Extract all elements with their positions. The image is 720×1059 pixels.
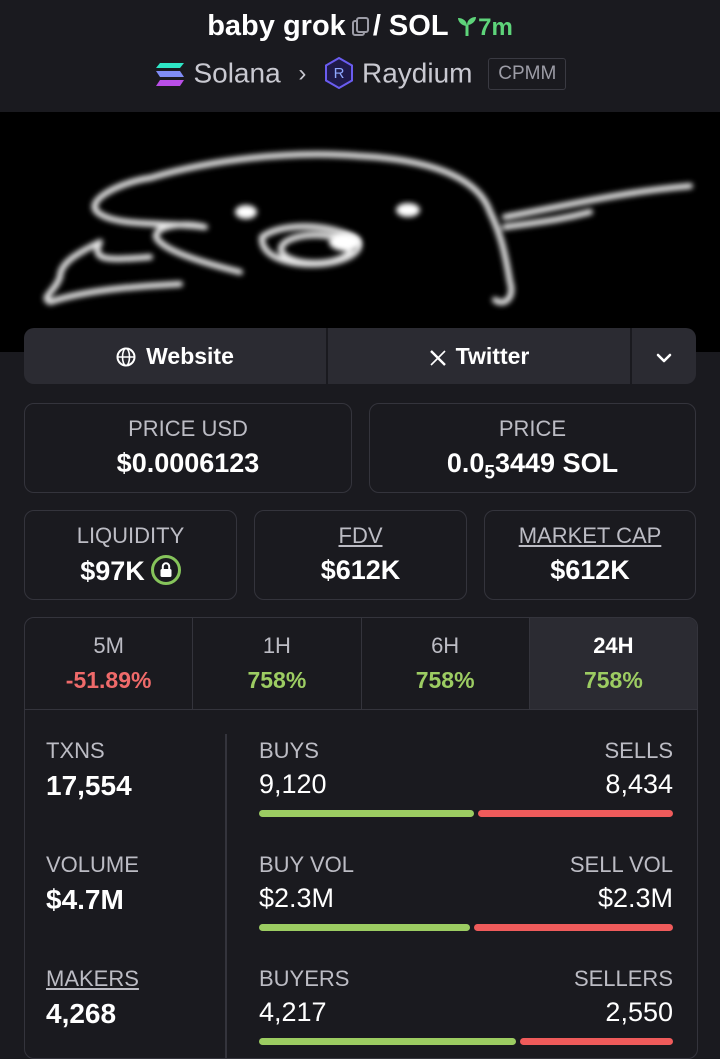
- tab-5m[interactable]: 5M -51.89%: [25, 618, 194, 709]
- pool-type-badge: CPMM: [488, 57, 567, 90]
- copy-icon[interactable]: [351, 12, 369, 36]
- price-native-value: 0.053449 SOL: [370, 448, 695, 484]
- tab-label: 1H: [262, 633, 291, 658]
- buy-vol-bar-fill: [259, 924, 471, 931]
- tab-label: 24H: [593, 633, 634, 658]
- x-logo-icon: [429, 343, 447, 370]
- makers-value: 4,268: [46, 998, 117, 1029]
- dex-link[interactable]: Raydium: [362, 58, 472, 89]
- pair-quote: / SOL: [372, 10, 449, 42]
- tab-change: 758%: [247, 667, 307, 693]
- fdv-label[interactable]: FDV: [255, 523, 466, 549]
- makers-label[interactable]: MAKERS: [46, 966, 139, 992]
- price-usd-card: PRICE USD $0.0006123: [24, 403, 352, 493]
- tab-24h[interactable]: 24H 758%: [529, 618, 697, 709]
- sell-vol-value: $2.3M: [597, 883, 673, 913]
- price-usd-label: PRICE USD: [128, 416, 248, 441]
- price-prefix: 0.0: [446, 448, 485, 478]
- volume-stat: VOLUME $4.7M: [46, 852, 139, 916]
- tab-change: 758%: [583, 667, 643, 693]
- market-cap-label[interactable]: MARKET CAP: [485, 523, 695, 549]
- globe-icon: [116, 343, 136, 370]
- buyers-value: 4,217: [259, 997, 327, 1027]
- price-digits: 3449: [495, 448, 556, 478]
- volume-value: $4.7M: [46, 884, 124, 915]
- sellers-bar-fill: [519, 1038, 673, 1045]
- liquidity-value: $97K: [80, 556, 145, 586]
- social-links: Website Twitter: [24, 328, 696, 384]
- sells-label: SELLS: [604, 738, 674, 763]
- stats-panel: 5M -51.89% 1H 758% 6H 758% 24H 758% TXNS…: [24, 617, 698, 1059]
- tab-1h[interactable]: 1H 758%: [193, 618, 362, 709]
- price-zero-count: 5: [484, 462, 495, 484]
- price-usd-value: $0.0006123: [116, 448, 260, 478]
- fdv-card: FDV $612K: [254, 510, 467, 600]
- buyers-sellers-bar: [259, 1038, 673, 1045]
- price-unit: SOL: [562, 448, 619, 478]
- buyers-sellers-row: BUYERS SELLERS 4,217 2,550: [259, 966, 673, 1045]
- buys-sells-row: BUYS SELLS 9,120 8,434: [259, 738, 673, 817]
- more-links-button[interactable]: [630, 328, 696, 384]
- tab-change: -51.89%: [65, 667, 152, 693]
- liquidity-row: $97K: [25, 555, 236, 587]
- buy-vol-label: BUY VOL: [259, 852, 354, 877]
- chevron-right-icon: ›: [298, 59, 307, 87]
- sellers-label: SELLERS: [573, 966, 673, 991]
- txns-label: TXNS: [46, 738, 105, 763]
- price-native-label: PRICE: [498, 416, 567, 441]
- buyers-bar-fill: [259, 1038, 516, 1045]
- volume-split-bar: [259, 924, 673, 931]
- pair-title: baby grok / SOL 7m: [0, 10, 720, 43]
- seedling-icon: [456, 10, 478, 42]
- twitter-label: Twitter: [455, 342, 530, 369]
- svg-text:R: R: [334, 65, 345, 82]
- chain-dex-row: Solana › R Raydium CPMM: [0, 56, 720, 90]
- chain-link[interactable]: Solana: [193, 58, 280, 89]
- buys-sells-bar: [259, 810, 673, 817]
- timeframe-tabs: 5M -51.89% 1H 758% 6H 758% 24H 758%: [25, 618, 697, 710]
- tab-label: 6H: [431, 633, 460, 658]
- column-divider: [225, 734, 227, 1058]
- market-cap-card: MARKET CAP $612K: [484, 510, 696, 600]
- sellers-value: 2,550: [605, 997, 673, 1027]
- pair-header: baby grok / SOL 7m Solana › R Raydium CPM…: [0, 0, 720, 112]
- buyers-label: BUYERS: [259, 966, 350, 991]
- pair-age: 7m: [478, 14, 513, 41]
- solana-icon[interactable]: [154, 58, 186, 89]
- liquidity-card: LIQUIDITY $97K: [24, 510, 237, 600]
- txns-stat: TXNS 17,554: [46, 738, 132, 802]
- buys-value: 9,120: [259, 769, 327, 799]
- sells-value: 8,434: [605, 769, 673, 799]
- market-cap-value: $612K: [550, 555, 630, 585]
- twitter-button[interactable]: Twitter: [326, 328, 630, 384]
- buy-vol-value: $2.3M: [259, 883, 335, 913]
- tab-change: 758%: [415, 667, 475, 693]
- chevron-down-icon: [655, 343, 673, 370]
- buys-bar-fill: [259, 810, 475, 817]
- tab-label: 5M: [93, 633, 124, 658]
- liquidity-label: LIQUIDITY: [76, 523, 185, 548]
- txns-value: 17,554: [46, 770, 132, 801]
- sells-bar-fill: [478, 810, 673, 817]
- buys-label: BUYS: [259, 738, 319, 763]
- volume-label: VOLUME: [46, 852, 139, 877]
- volume-split-row: BUY VOL SELL VOL $2.3M $2.3M: [259, 852, 673, 931]
- token-banner: [0, 112, 720, 352]
- makers-stat: MAKERS 4,268: [46, 966, 139, 1030]
- lock-icon[interactable]: [150, 555, 181, 585]
- website-button[interactable]: Website: [24, 328, 326, 384]
- raydium-icon[interactable]: R: [324, 56, 354, 90]
- sell-vol-bar-fill: [474, 924, 673, 931]
- tab-6h[interactable]: 6H 758%: [362, 618, 530, 709]
- banner-image: [43, 151, 693, 306]
- sell-vol-label: SELL VOL: [569, 852, 673, 877]
- token-name: baby grok: [207, 10, 346, 42]
- price-native-card: PRICE 0.053449 SOL: [369, 403, 696, 493]
- website-label: Website: [146, 342, 234, 369]
- fdv-value: $612K: [320, 555, 401, 585]
